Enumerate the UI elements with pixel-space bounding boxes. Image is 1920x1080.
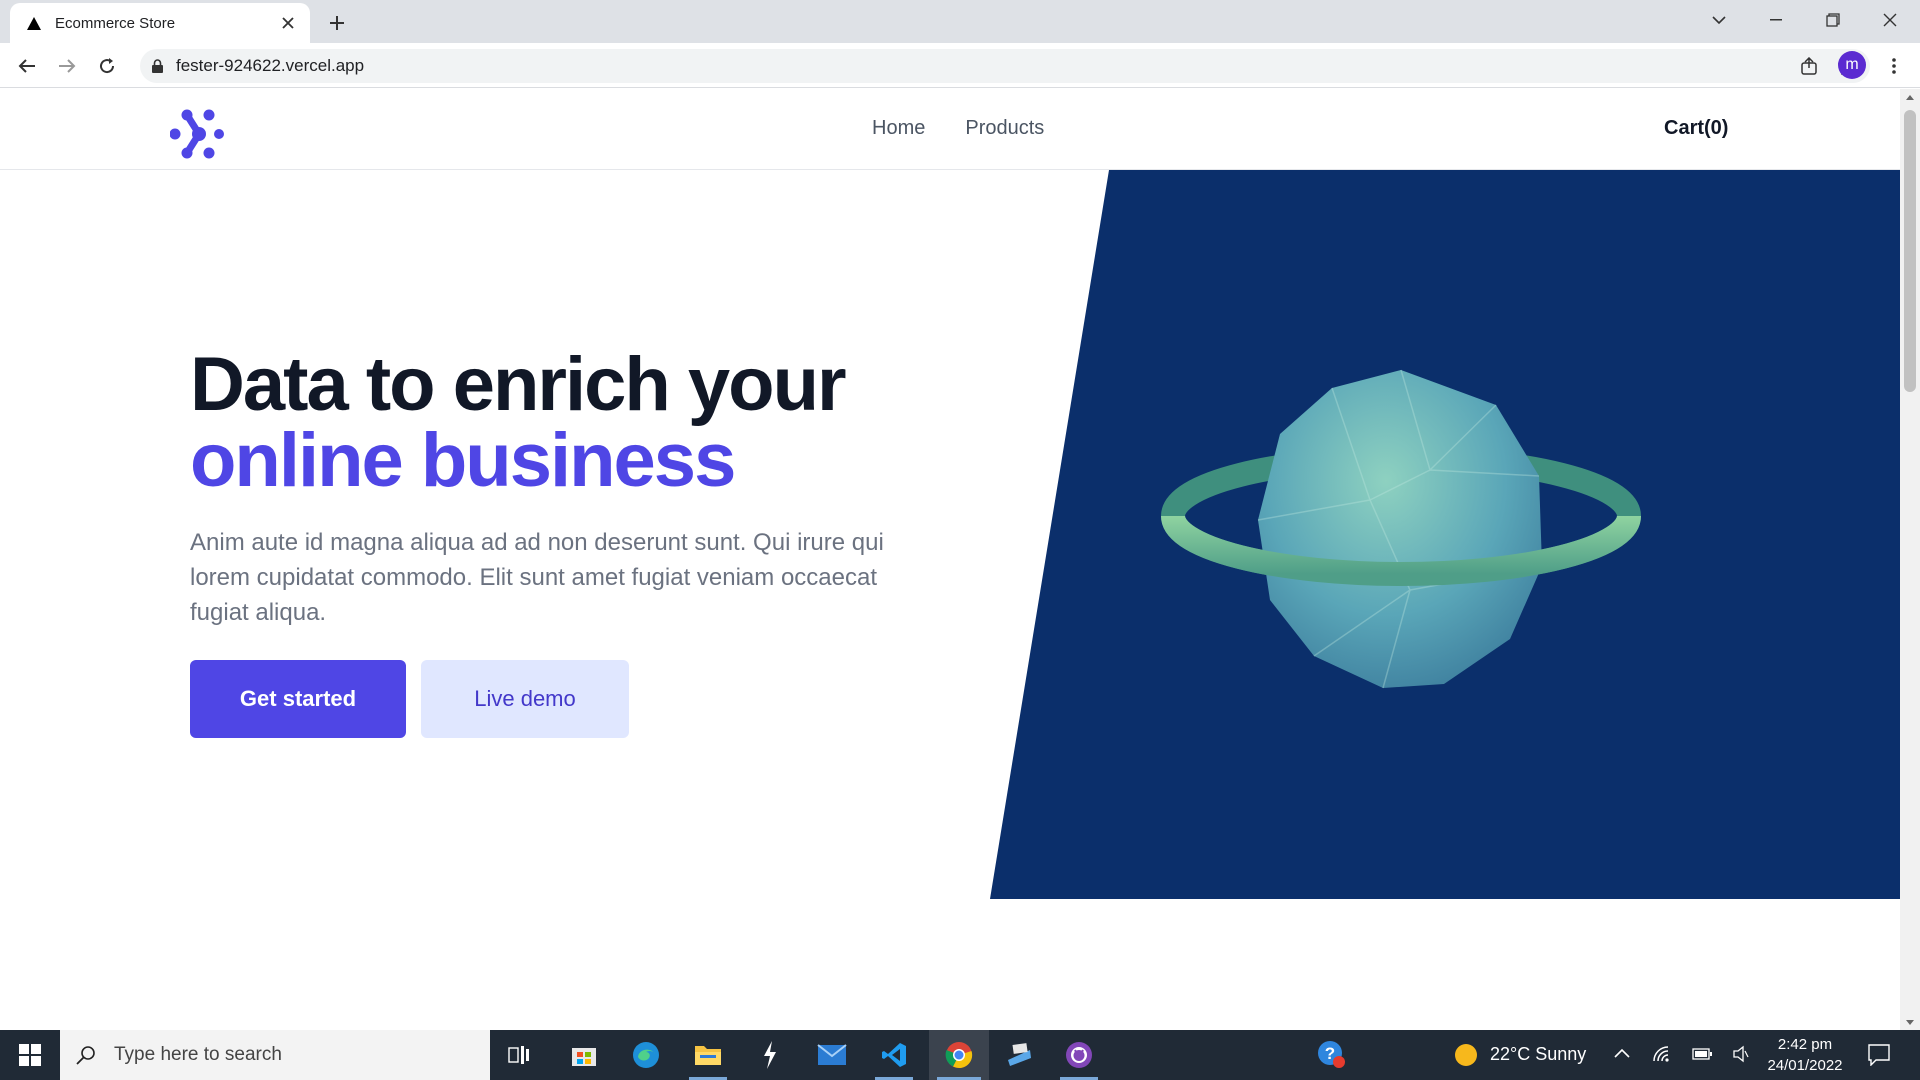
- help-notification-icon[interactable]: ?: [1305, 1030, 1359, 1080]
- profile-avatar[interactable]: m: [1838, 51, 1866, 79]
- browser-tab[interactable]: Ecommerce Store: [10, 3, 310, 43]
- browser-tabstrip: Ecommerce Store: [0, 0, 1920, 43]
- edge-browser-icon[interactable]: [619, 1030, 673, 1080]
- file-explorer-icon[interactable]: [681, 1030, 735, 1080]
- hero-illustration-panel: [990, 170, 1900, 899]
- search-icon: [76, 1045, 96, 1065]
- page-viewport: Home Products Cart(0) Data to enrich you…: [0, 89, 1900, 1030]
- tab-title: Ecommerce Store: [55, 14, 176, 32]
- wifi-icon[interactable]: [1652, 1045, 1672, 1063]
- share-icon[interactable]: [1794, 51, 1824, 81]
- task-view-icon[interactable]: [492, 1030, 546, 1080]
- windows-start-icon[interactable]: [0, 1030, 60, 1080]
- bolt-app-icon[interactable]: [743, 1030, 797, 1080]
- new-tab-button[interactable]: [322, 8, 352, 38]
- taskbar-search-box[interactable]: Type here to search: [60, 1030, 490, 1080]
- sun-weather-icon: [1454, 1043, 1478, 1067]
- tray-overflow-chevron-icon[interactable]: [1614, 1048, 1630, 1058]
- browser-toolbar: fester-924622.vercel.app m: [0, 43, 1920, 88]
- nav-products[interactable]: Products: [965, 117, 1044, 140]
- address-bar[interactable]: fester-924622.vercel.app: [140, 49, 1870, 83]
- scroll-up-icon[interactable]: [1900, 89, 1920, 105]
- microsoft-store-icon[interactable]: [557, 1030, 611, 1080]
- brand-logo[interactable]: [170, 109, 224, 159]
- clock-time: 2:42 pm: [1777, 1036, 1833, 1053]
- vercel-triangle-icon: [27, 16, 41, 30]
- scrollbar-thumb[interactable]: [1904, 110, 1916, 392]
- search-placeholder: Type here to search: [114, 1044, 282, 1065]
- main-nav: Home Products: [872, 117, 1044, 140]
- lock-icon[interactable]: [150, 59, 164, 73]
- cart-link[interactable]: Cart(0): [1664, 117, 1728, 140]
- chrome-icon[interactable]: [929, 1030, 989, 1080]
- taskbar-clock[interactable]: 2:42 pm 24/01/2022: [1760, 1034, 1850, 1076]
- mail-icon[interactable]: [805, 1030, 859, 1080]
- back-icon[interactable]: [12, 51, 42, 81]
- hero-title-line2: online business: [190, 418, 736, 503]
- minimize-button[interactable]: [1748, 0, 1804, 40]
- close-tab-icon[interactable]: [276, 11, 300, 35]
- battery-icon[interactable]: [1692, 1048, 1712, 1060]
- hero-text: Data to enrich your online business Anim…: [190, 347, 910, 630]
- tab-search-icon[interactable]: [1691, 0, 1747, 40]
- reload-icon[interactable]: [92, 51, 122, 81]
- close-window-button[interactable]: [1862, 0, 1918, 40]
- hero-title-line1: Data to enrich your: [190, 342, 847, 427]
- hero-description: Anim aute id magna aliqua ad ad non dese…: [190, 529, 884, 626]
- volume-icon[interactable]: [1733, 1045, 1749, 1063]
- nav-home[interactable]: Home: [872, 117, 925, 140]
- restore-button[interactable]: [1805, 0, 1861, 40]
- live-demo-button[interactable]: Live demo: [421, 660, 629, 738]
- site-header: Home Products Cart(0): [0, 89, 1900, 170]
- github-desktop-icon[interactable]: [1052, 1030, 1106, 1080]
- forward-icon[interactable]: [52, 51, 82, 81]
- url-text[interactable]: fester-924622.vercel.app: [176, 56, 1794, 76]
- notifications-icon[interactable]: [1868, 1044, 1890, 1066]
- scroll-down-icon[interactable]: [1900, 1014, 1920, 1030]
- browser-menu-icon[interactable]: [1880, 51, 1908, 81]
- clock-date: 24/01/2022: [1767, 1057, 1843, 1074]
- desktop-app-icon[interactable]: [992, 1030, 1046, 1080]
- vscode-icon[interactable]: [867, 1030, 921, 1080]
- page-scrollbar[interactable]: [1900, 89, 1920, 1030]
- windows-taskbar: Type here to search ? 22°C Sunny 2:42 pm…: [0, 1030, 1920, 1080]
- get-started-button[interactable]: Get started: [190, 660, 406, 738]
- weather-text[interactable]: 22°C Sunny: [1490, 1044, 1586, 1065]
